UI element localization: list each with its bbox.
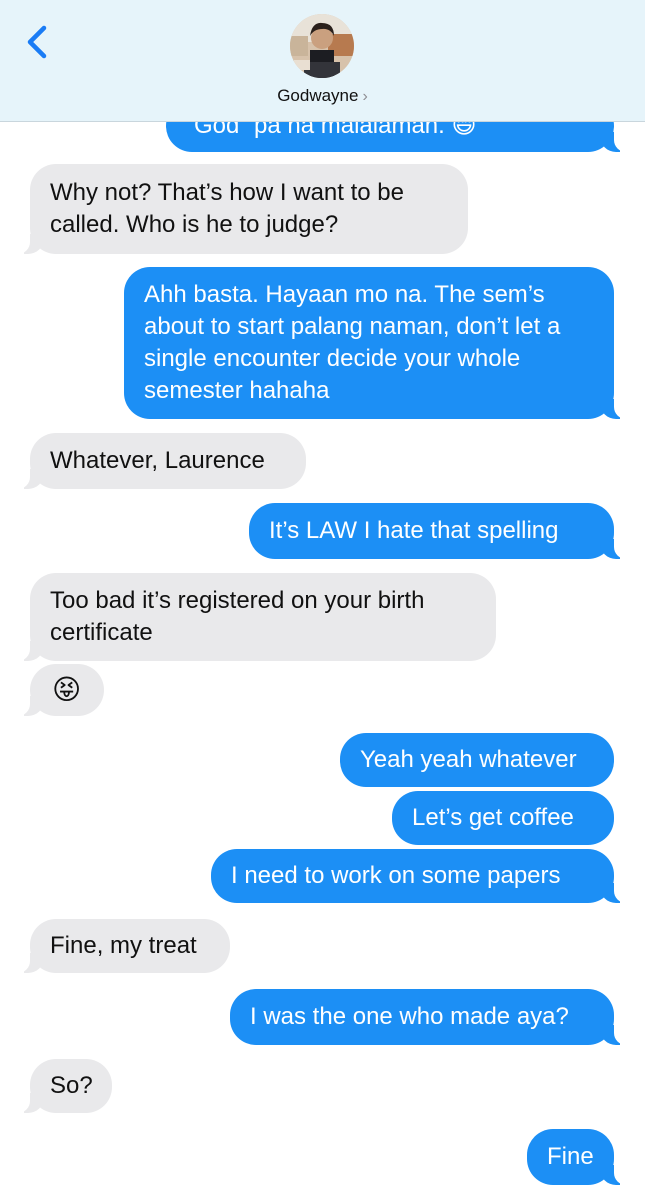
message-text: It’s LAW I hate that spelling — [269, 517, 559, 544]
message-bubble-incoming[interactable]: Too bad it’s registered on your birth ce… — [18, 573, 496, 661]
message-bubble-incoming[interactable]: Why not? That’s how I want to be called.… — [18, 164, 468, 254]
message-bubble-outgoing[interactable]: I need to work on some papers — [211, 849, 626, 903]
message-text: I was the one who made aya? — [250, 1003, 569, 1030]
contact-name: Godwayne — [277, 86, 359, 105]
message-text: I need to work on some papers — [231, 862, 561, 889]
message-bubble-outgoing[interactable]: Yeah yeah whatever — [340, 733, 614, 787]
message-bubble-outgoing[interactable]: It’s LAW I hate that spelling — [249, 503, 626, 559]
chevron-left-icon — [27, 25, 47, 59]
message-text: So? — [50, 1072, 93, 1099]
contact-name-row[interactable]: Godwayne › — [0, 86, 645, 106]
message-bubble-incoming[interactable]: So? — [18, 1059, 112, 1113]
contact-avatar[interactable] — [290, 14, 354, 78]
message-text: Fine, my treat — [50, 932, 197, 959]
contact-photo — [290, 14, 354, 78]
message-bubble-incoming[interactable]: Fine, my treat — [18, 919, 230, 973]
message-emoji: 😝 — [52, 674, 82, 705]
chevron-right-icon: › — [362, 88, 368, 105]
message-thread[interactable]: God” pa na malalaman. 😄 Why not? That’s … — [0, 0, 645, 1200]
back-button[interactable] — [22, 22, 52, 62]
message-text: Too bad it’s registered on your birth ce… — [50, 587, 425, 646]
message-text: Fine — [547, 1143, 594, 1170]
conversation-header: Godwayne › — [0, 0, 645, 122]
message-text: Whatever, Laurence — [50, 447, 265, 474]
message-bubble-outgoing[interactable]: I was the one who made aya? — [230, 989, 626, 1045]
message-text: Yeah yeah whatever — [360, 746, 577, 773]
message-text: Ahh basta. Hayaan mo na. The sem’s about… — [144, 281, 561, 404]
message-bubble-incoming[interactable]: 😝 — [18, 664, 104, 716]
message-text: Why not? That’s how I want to be called.… — [50, 179, 404, 238]
message-text: Let’s get coffee — [412, 804, 574, 831]
message-bubble-outgoing[interactable]: Let’s get coffee — [392, 791, 614, 845]
messages-screen: God” pa na malalaman. 😄 Why not? That’s … — [0, 0, 645, 1200]
message-bubble-incoming[interactable]: Whatever, Laurence — [18, 433, 306, 489]
message-bubble-outgoing[interactable]: Fine — [527, 1129, 626, 1185]
message-bubble-outgoing[interactable]: Ahh basta. Hayaan mo na. The sem’s about… — [124, 267, 626, 419]
